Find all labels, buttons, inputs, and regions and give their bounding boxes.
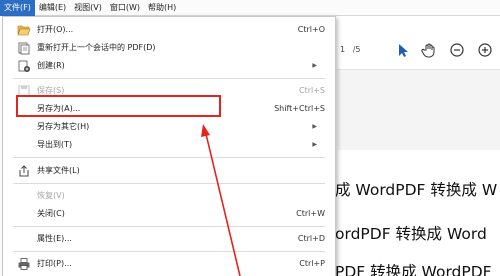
menu-item-close[interactable]: 关闭(C) Ctrl+W bbox=[3, 205, 335, 223]
menu-item-open[interactable]: 打开(O)... Ctrl+O bbox=[3, 21, 335, 39]
menu-item-export-to[interactable]: 导出到(T) ▶ bbox=[3, 136, 335, 154]
menu-window[interactable]: 窗口(W) bbox=[106, 0, 144, 16]
menu-separator bbox=[13, 226, 325, 227]
submenu-arrow-icon: ▶ bbox=[312, 62, 317, 69]
submenu-arrow-icon: ▶ bbox=[312, 123, 317, 130]
menu-bar: 文件(F) 编辑(E) 视图(V) 窗口(W) 帮助(H) bbox=[0, 0, 500, 16]
hand-tool-icon[interactable] bbox=[421, 42, 437, 58]
page-current[interactable]: 1 bbox=[340, 45, 345, 54]
menu-item-reopen[interactable]: 重新打开上一个会话中的 PDF(D) bbox=[3, 39, 335, 57]
page-total: /5 bbox=[352, 45, 361, 54]
shortcut-label: Ctrl+W bbox=[296, 209, 325, 218]
annotation-highlight-box bbox=[16, 95, 221, 117]
document-text-line: PDF 转换成 WordPDF bbox=[335, 263, 492, 276]
shortcut-label: Shift+Ctrl+S bbox=[274, 104, 325, 113]
shortcut-label: Ctrl+S bbox=[298, 86, 325, 95]
page-indicator: 1 /5 bbox=[340, 45, 361, 54]
menu-separator bbox=[13, 251, 325, 252]
menu-item-label: 打印(P)... bbox=[37, 259, 72, 268]
file-menu: 打开(O)... Ctrl+O 重新打开上一个会话中的 PDF(D) 创建(R)… bbox=[2, 16, 336, 276]
zoom-in-icon[interactable] bbox=[477, 42, 493, 58]
printer-icon bbox=[18, 258, 30, 270]
menu-item-label: 创建(R) bbox=[37, 61, 65, 70]
menu-edit[interactable]: 编辑(E) bbox=[35, 0, 70, 16]
menu-item-create[interactable]: 创建(R) ▶ bbox=[3, 57, 335, 75]
menu-view[interactable]: 视图(V) bbox=[70, 0, 106, 16]
create-pdf-icon bbox=[18, 60, 30, 72]
shortcut-label: Ctrl+P bbox=[299, 259, 325, 268]
menu-item-share[interactable]: 共享文件(L) bbox=[3, 162, 335, 180]
menu-item-properties[interactable]: 属性(E)... Ctrl+D bbox=[3, 230, 335, 248]
menu-item-label: 另存为其它(H) bbox=[37, 122, 90, 131]
menu-separator bbox=[13, 78, 325, 79]
menu-item-label: 关闭(C) bbox=[37, 209, 65, 218]
menu-item-label: 导出到(T) bbox=[37, 140, 73, 149]
menu-help[interactable]: 帮助(H) bbox=[144, 0, 180, 16]
zoom-out-icon[interactable] bbox=[449, 42, 465, 58]
document-page bbox=[337, 150, 500, 276]
menu-item-save-as-other[interactable]: 另存为其它(H) ▶ bbox=[3, 118, 335, 136]
menu-item-print[interactable]: 打印(P)... Ctrl+P bbox=[3, 255, 335, 273]
submenu-arrow-icon: ▶ bbox=[312, 141, 317, 148]
menu-separator bbox=[13, 157, 325, 158]
menu-item-label: 属性(E)... bbox=[37, 234, 72, 243]
document-text-line: ordPDF 转换成 Word bbox=[335, 225, 487, 243]
menu-file[interactable]: 文件(F) bbox=[0, 0, 35, 16]
recent-files-icon bbox=[18, 42, 30, 55]
menu-separator bbox=[13, 183, 325, 184]
shortcut-label: Ctrl+O bbox=[297, 25, 325, 34]
select-cursor-icon[interactable] bbox=[395, 42, 411, 58]
menu-item-label: 打开(O)... bbox=[37, 25, 74, 34]
folder-open-icon bbox=[17, 25, 31, 36]
document-text-line: 成 WordPDF 转换成 W bbox=[335, 181, 498, 199]
menu-item-revert[interactable]: 恢复(V) bbox=[3, 187, 335, 205]
document-toolbar: 1 /5 bbox=[337, 32, 500, 70]
menu-item-label: 恢复(V) bbox=[37, 191, 65, 200]
menu-item-label: 重新打开上一个会话中的 PDF(D) bbox=[37, 43, 156, 52]
share-icon bbox=[19, 165, 29, 177]
shortcut-label: Ctrl+D bbox=[297, 234, 325, 243]
menu-item-label: 共享文件(L) bbox=[37, 166, 80, 175]
